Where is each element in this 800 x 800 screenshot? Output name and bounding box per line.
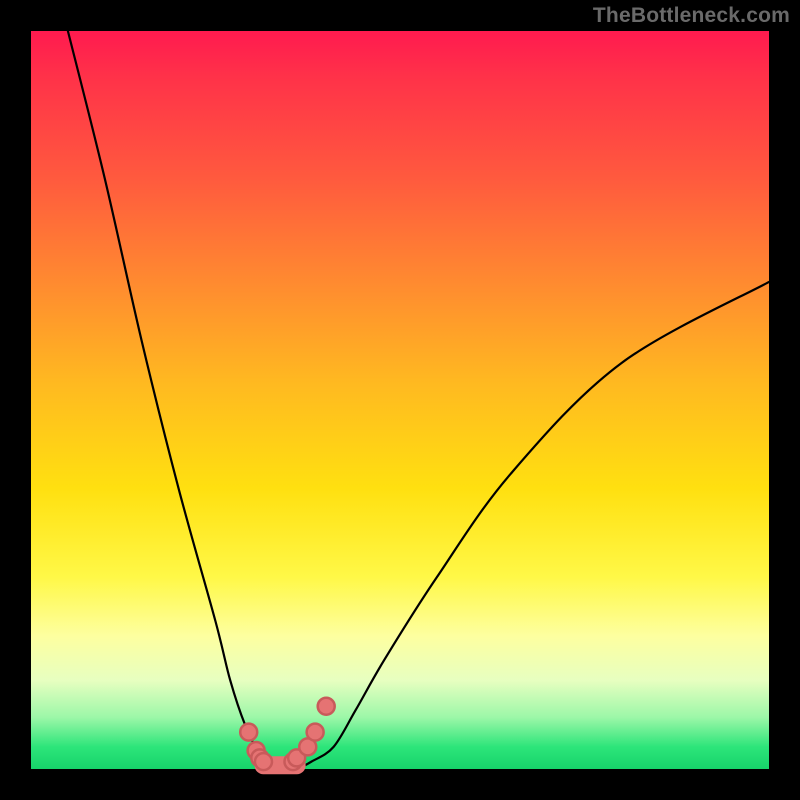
curve-layer [31,31,769,769]
chart-frame: TheBottleneck.com [0,0,800,800]
watermark-text: TheBottleneck.com [593,4,790,28]
marker-point [240,724,257,741]
near-zero-markers [240,698,334,770]
marker-point [318,698,335,715]
marker-point [255,753,272,770]
marker-point [307,724,324,741]
bottleneck-curve [68,31,769,770]
plot-area [31,31,769,769]
